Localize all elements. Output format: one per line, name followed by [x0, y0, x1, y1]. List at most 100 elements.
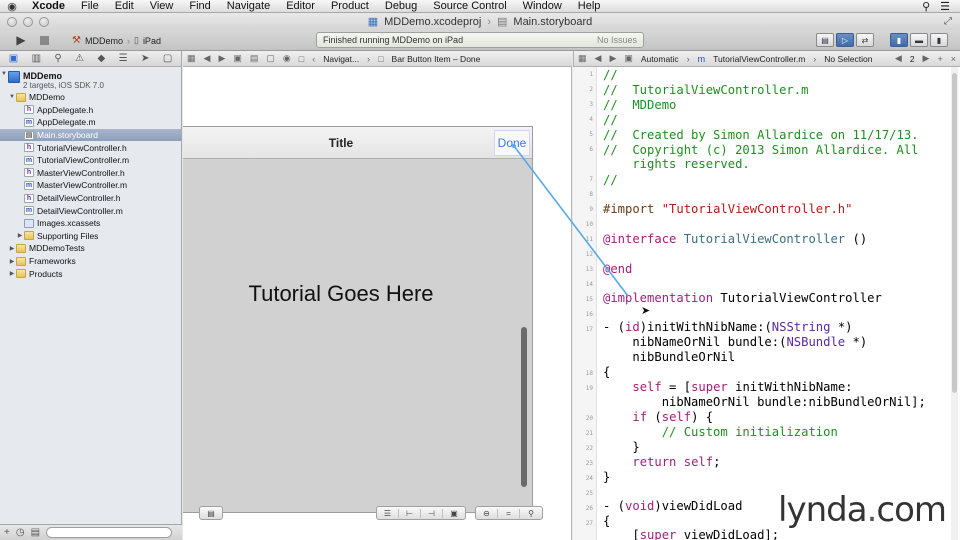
back-arrow-icon[interactable]: ◀	[591, 53, 606, 64]
menu-navigate[interactable]: Navigate	[219, 0, 278, 13]
toggle-debug-area-button[interactable]: ▬	[910, 33, 928, 47]
scene-crumb-icon[interactable]: ▢	[262, 53, 279, 64]
fullscreen-icon[interactable]: ⤢	[944, 16, 952, 27]
disclosure-open-icon[interactable]: ▼	[8, 94, 16, 100]
code-editor[interactable]: 1 2 3 4 5 6 7 8 9 10 11 12 13 14 15 16 1…	[573, 67, 960, 540]
assistant-file[interactable]: TutorialViewController.m	[709, 54, 809, 64]
done-bar-button[interactable]: Done	[494, 130, 530, 156]
tree-item-main-storyboard[interactable]: ▤ Main.storyboard	[0, 128, 181, 142]
add-editor-icon[interactable]: +	[933, 54, 946, 64]
tree-item-mddemotests[interactable]: ▶ MDDemoTests	[0, 242, 181, 255]
folder-crumb-icon[interactable]: ▣	[229, 53, 246, 64]
related-items-icon[interactable]: ▦	[574, 53, 591, 64]
menu-view[interactable]: View	[142, 0, 182, 13]
jump-crumb-bar-button-item[interactable]: Bar Button Item – Done	[388, 54, 485, 64]
document-outline-button[interactable]: ▤	[199, 506, 223, 520]
tree-item-masterviewcontroller-m[interactable]: m MasterViewController.m	[0, 179, 181, 192]
tree-item-detailviewcontroller-h[interactable]: h DetailViewController.h	[0, 192, 181, 205]
scene-navigation-bar[interactable]: Title Done	[183, 127, 532, 159]
assistant-selection[interactable]: No Selection	[820, 54, 876, 64]
tree-item-detailviewcontroller-m[interactable]: m DetailViewController.m	[0, 204, 181, 217]
tutorial-label[interactable]: Tutorial Goes Here	[183, 281, 499, 307]
menu-find[interactable]: Find	[181, 0, 218, 13]
menu-editor[interactable]: Editor	[278, 0, 323, 13]
view-crumb-icon[interactable]: □	[295, 54, 308, 64]
nav-title[interactable]: Title	[183, 136, 499, 150]
toggle-utilities-button[interactable]: ▮	[930, 33, 948, 47]
debug-navigator-icon[interactable]: ☰	[119, 53, 128, 64]
forward-arrow-icon[interactable]: ▶	[214, 53, 229, 64]
disclosure-closed-icon[interactable]: ▶	[8, 270, 16, 277]
assistant-mode[interactable]: Automatic	[637, 54, 683, 64]
tree-item-tutorialviewcontroller-m[interactable]: m TutorialViewController.m	[0, 154, 181, 167]
menu-help[interactable]: Help	[570, 0, 609, 13]
back-arrow-icon[interactable]: ◀	[200, 53, 215, 64]
version-editor-button[interactable]: ⇄	[856, 33, 874, 47]
disclosure-closed-icon[interactable]: ▶	[16, 232, 24, 239]
stop-button[interactable]	[36, 32, 52, 48]
add-icon[interactable]: +	[4, 527, 10, 538]
log-navigator-icon[interactable]: ▢	[163, 53, 172, 64]
controller-crumb-icon[interactable]: ◉	[279, 53, 295, 64]
tree-item-appdelegate-m[interactable]: m AppDelegate.m	[0, 116, 181, 129]
tree-item-products[interactable]: ▶ Products	[0, 267, 181, 280]
zoom-out-icon[interactable]: ⊖	[476, 508, 498, 518]
list-menu-icon[interactable]: ☰	[940, 0, 950, 13]
editor-scroll-thumb[interactable]	[952, 73, 957, 393]
spotlight-search-icon[interactable]: ⚲	[922, 0, 930, 13]
menu-file[interactable]: File	[73, 0, 107, 13]
pin-icon[interactable]: ⊢	[399, 508, 421, 518]
previous-counterpart-icon[interactable]: ◀	[891, 53, 906, 64]
test-navigator-icon[interactable]: ◆	[98, 53, 106, 64]
minimize-window-button[interactable]	[23, 16, 33, 27]
standard-editor-button[interactable]: ▤	[816, 33, 834, 47]
file-crumb-icon[interactable]: ▤	[246, 53, 263, 64]
filter-scm-icon[interactable]: ▤	[31, 527, 40, 538]
resizing-icon[interactable]: ▣	[443, 509, 465, 518]
nav-crumb-icon[interactable]: ‹	[308, 54, 319, 64]
breakpoint-navigator-icon[interactable]: ➤	[141, 53, 149, 64]
zoom-fit-icon[interactable]: =	[498, 508, 520, 518]
tree-item-mddemo-group[interactable]: ▼ MDDemo	[0, 91, 181, 104]
assistant-editor-button[interactable]: ▷	[836, 33, 854, 47]
forward-arrow-icon[interactable]: ▶	[605, 53, 620, 64]
project-navigator-icon[interactable]: ▣	[9, 53, 18, 64]
close-window-button[interactable]	[7, 16, 17, 27]
project-row[interactable]: ▼ MDDemo 2 targets, iOS SDK 7.0	[0, 69, 181, 91]
resolve-icon[interactable]: ⊣	[421, 508, 443, 518]
tree-item-tutorialviewcontroller-h[interactable]: h TutorialViewController.h	[0, 141, 181, 154]
tree-item-appdelegate-h[interactable]: h AppDelegate.h	[0, 104, 181, 117]
disclosure-closed-icon[interactable]: ▶	[8, 245, 16, 252]
zoom-in-icon[interactable]: ⚲	[520, 509, 542, 518]
navigator-filter-input[interactable]	[46, 527, 173, 538]
canvas-scrollbar[interactable]	[521, 327, 527, 487]
find-navigator-icon[interactable]: ⚲	[54, 53, 61, 64]
disclosure-closed-icon[interactable]: ▶	[8, 258, 16, 265]
scheme-selector[interactable]: ⚒ MDDemo › ▯ iPad	[72, 33, 161, 48]
issue-navigator-icon[interactable]: ⚠	[75, 53, 84, 64]
tree-item-images-xcassets[interactable]: Images.xcassets	[0, 217, 181, 230]
menu-edit[interactable]: Edit	[107, 0, 142, 13]
tree-item-frameworks[interactable]: ▶ Frameworks	[0, 255, 181, 268]
tree-item-masterviewcontroller-h[interactable]: h MasterViewController.h	[0, 167, 181, 180]
recent-files-icon[interactable]: ◷	[16, 527, 25, 538]
apple-icon[interactable]: ◉	[0, 0, 24, 13]
related-items-icon[interactable]: ▦	[183, 53, 200, 64]
storyboard-canvas[interactable]: Title Done Tutorial Goes Here ▤ ☰ ⊢ ⊣ ▣ …	[183, 67, 572, 540]
close-editor-icon[interactable]: ×	[947, 54, 960, 64]
menu-app[interactable]: Xcode	[24, 0, 73, 13]
disclosure-open-icon[interactable]: ▼	[0, 71, 8, 77]
align-icon[interactable]: ☰	[377, 508, 399, 518]
menu-source-control[interactable]: Source Control	[425, 0, 514, 13]
jump-crumb-navigation[interactable]: Navigat...	[319, 54, 363, 64]
editor-scrollbar[interactable]	[951, 67, 958, 540]
symbol-navigator-icon[interactable]: ▥	[32, 53, 41, 64]
menu-product[interactable]: Product	[323, 0, 377, 13]
run-button[interactable]: ▶	[12, 32, 30, 48]
menu-window[interactable]: Window	[515, 0, 570, 13]
zoom-window-button[interactable]	[39, 16, 49, 27]
menu-debug[interactable]: Debug	[377, 0, 425, 13]
toggle-navigator-button[interactable]: ▮	[890, 33, 908, 47]
tutorial-view-controller-scene[interactable]: Title Done Tutorial Goes Here	[183, 126, 533, 513]
tree-item-supporting-files[interactable]: ▶ Supporting Files	[0, 230, 181, 243]
